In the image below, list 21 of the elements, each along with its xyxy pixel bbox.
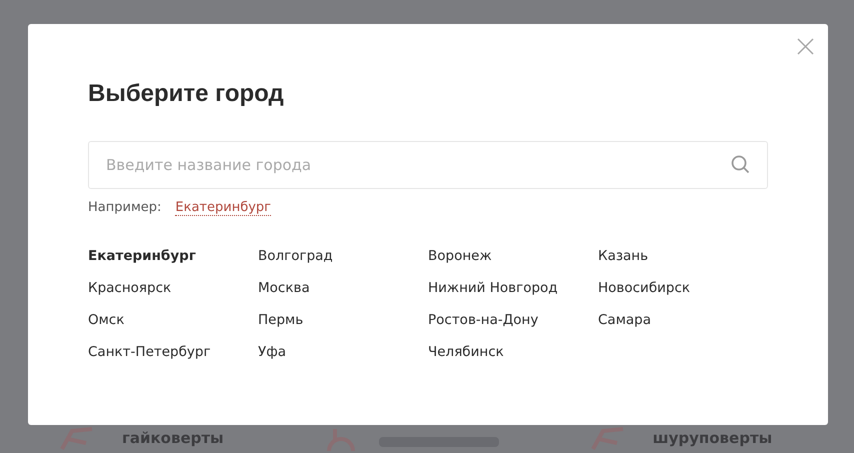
city-link[interactable]: Волгоград — [258, 247, 428, 265]
city-link[interactable]: Уфа — [258, 343, 428, 361]
example-city-link[interactable]: Екатеринбург — [175, 200, 271, 216]
dialog-title: Выберите город — [88, 79, 285, 109]
city-link[interactable]: Самара — [598, 311, 768, 329]
city-link[interactable]: Челябинск — [428, 343, 598, 361]
city-link[interactable]: Новосибирск — [598, 279, 768, 297]
city-link[interactable]: Ростов-на-Дону — [428, 311, 598, 329]
close-icon[interactable] — [797, 38, 814, 55]
example-label: Например: — [88, 200, 162, 216]
city-link[interactable]: Омск — [88, 311, 258, 329]
city-link[interactable]: Санкт-Петербург — [88, 343, 258, 361]
search-field[interactable]: Введите название города — [88, 141, 768, 189]
city-link[interactable]: Москва — [258, 279, 428, 297]
search-icon[interactable] — [731, 155, 750, 174]
city-link[interactable]: Красноярск — [88, 279, 258, 297]
city-link[interactable]: Екатеринбург — [88, 247, 258, 265]
city-link[interactable]: Казань — [598, 247, 768, 265]
city-link[interactable]: Пермь — [258, 311, 428, 329]
city-link[interactable]: Нижний Новгород — [428, 279, 598, 297]
city-link[interactable]: Воронеж — [428, 247, 598, 265]
